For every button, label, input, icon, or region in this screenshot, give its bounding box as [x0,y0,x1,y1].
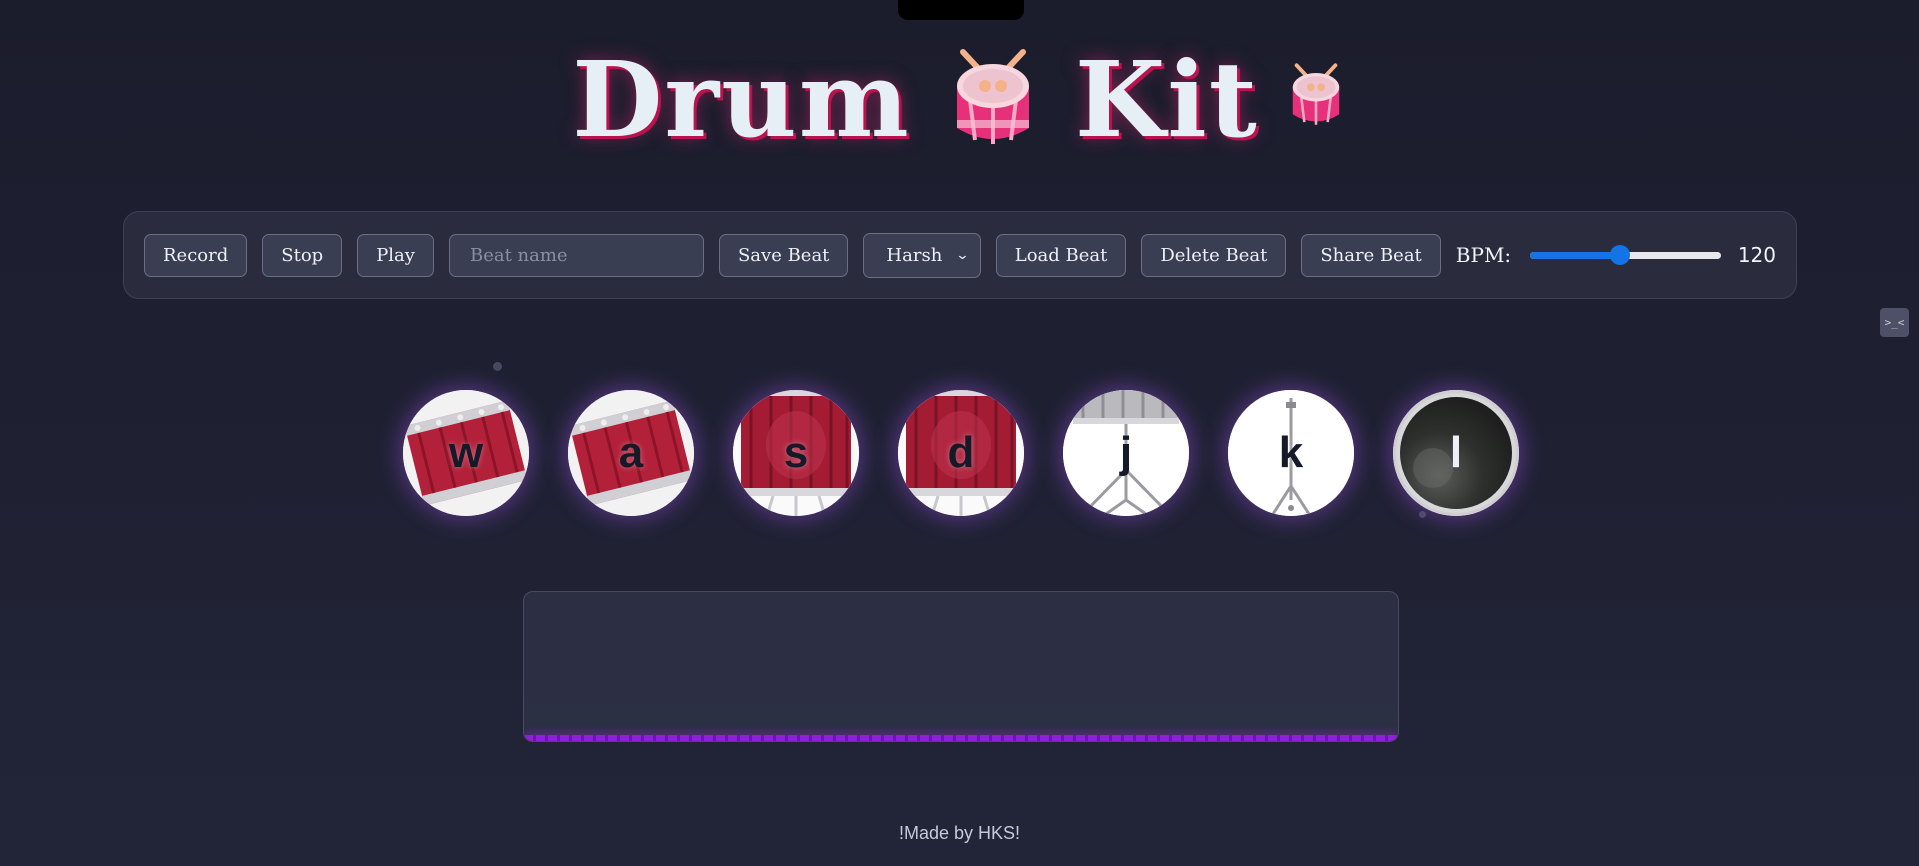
pad-key-label: k [1278,428,1304,477]
kit-select[interactable]: Harsh ⌄ [863,232,981,278]
pad-key-label: w [448,428,484,477]
pad-key-label: l [1449,428,1463,477]
save-beat-button[interactable]: Save Beat [718,233,849,277]
drum-pad-k[interactable]: k [1228,390,1354,516]
delete-beat-button[interactable]: Delete Beat [1141,233,1287,277]
drum-pad-s[interactable]: s [733,390,859,516]
pad-key-label: d [947,428,975,477]
decorative-dot [493,362,502,371]
bpm-slider-fill [1530,252,1620,259]
title-word-kit: Kit [1074,38,1259,161]
page-title: Drum Kit [0,40,1919,160]
title-word-drum: Drum [572,38,911,161]
beat-progress-bar [524,735,1398,741]
devtools-toggle-icon[interactable]: >_< [1880,308,1909,337]
drum-icon [945,46,1041,154]
drum-pads: w a s d j k l [403,390,1519,516]
bpm-value: 120 [1737,243,1776,267]
beat-name-input[interactable] [448,233,704,277]
pad-key-label: s [783,428,809,477]
bpm-slider-thumb[interactable] [1609,245,1630,265]
stop-button[interactable]: Stop [262,233,343,277]
share-beat-button[interactable]: Share Beat [1301,233,1441,277]
kit-select-value: Harsh [886,244,943,266]
record-button[interactable]: Record [144,233,248,277]
drum-pad-a[interactable]: a [568,390,694,516]
chevron-down-icon: ⌄ [955,247,970,263]
pad-key-label: a [618,428,644,477]
control-bar: Record Stop Play Save Beat Harsh ⌄ Load … [123,211,1797,299]
bpm-label: BPM: [1455,243,1512,267]
drum-pad-d[interactable]: d [898,390,1024,516]
play-button[interactable]: Play [357,233,434,277]
beat-display-panel [523,591,1399,742]
bpm-slider[interactable] [1530,243,1721,267]
footer-credit: !Made by HKS! [898,823,1021,843]
drum-pad-w[interactable]: w [403,390,529,516]
load-beat-button[interactable]: Load Beat [995,233,1127,277]
drum-small-icon [1285,61,1347,133]
camera-notch [898,0,1024,20]
drum-pad-j[interactable]: j [1063,390,1189,516]
drum-pad-l[interactable]: l [1393,390,1519,516]
pad-key-label: j [1119,428,1133,477]
